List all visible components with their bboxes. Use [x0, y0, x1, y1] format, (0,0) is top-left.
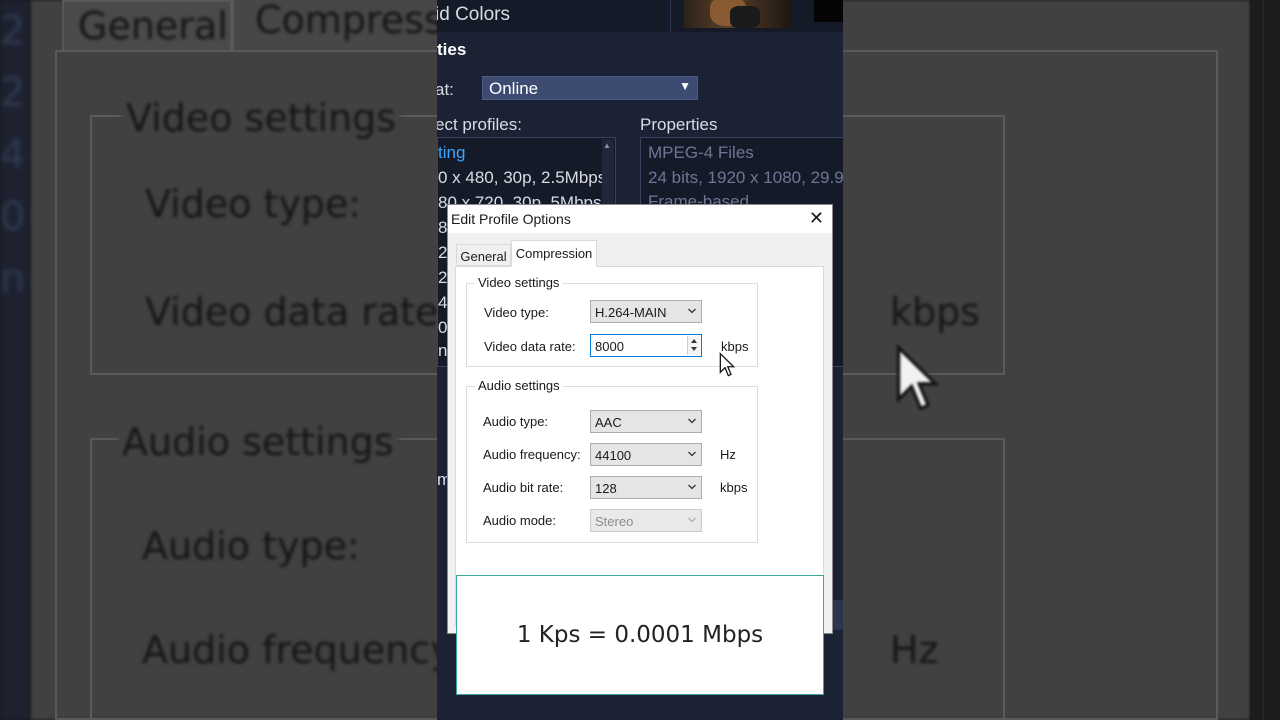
format-label: at: [437, 80, 454, 99]
caret-down-icon: ▼ [679, 79, 691, 93]
background-audio-group-title: Audio settings [118, 420, 398, 464]
audio-mode-value: Stereo [595, 514, 634, 529]
background-left-chars: 2 2 4 0 n [0, 8, 26, 302]
tab-compression[interactable]: Compression [511, 240, 597, 267]
video-settings-title: Video settings [475, 275, 563, 290]
audio-settings-title: Audio settings [475, 378, 563, 393]
chevron-down-icon [688, 418, 696, 424]
audio-mode-select: Stereo [590, 509, 702, 532]
background-cursor-icon [896, 344, 940, 411]
property-line: MPEG-4 Files [648, 143, 754, 162]
annotation-text: 1 Kps = 0.0001 Mbps [516, 622, 764, 648]
chevron-down-icon [688, 451, 696, 457]
background-video-type-label: Video type: [145, 182, 362, 226]
dialog-title: Edit Profile Options [451, 211, 571, 227]
audio-type-label: Audio type: [483, 414, 549, 429]
chevron-down-icon [688, 484, 696, 490]
audio-bit-rate-label: Audio bit rate: [483, 480, 564, 495]
media-thumbnail-2[interactable] [814, 0, 843, 22]
property-line: 24 bits, 1920 x 1080, 29.97 [648, 168, 843, 187]
properties-heading: ties [437, 40, 467, 59]
profile-item[interactable]: 0 x 480, 30p, 2.5Mbps [438, 168, 606, 188]
dialog-titlebar[interactable]: Edit Profile Options ✕ [448, 205, 832, 233]
chevron-down-icon [688, 517, 696, 523]
video-type-label: Video type: [484, 305, 549, 320]
scroll-up-icon[interactable]: ▲ [603, 141, 611, 150]
background-video-group-title: Video settings [122, 96, 401, 140]
audio-bit-rate-unit: kbps [720, 480, 748, 495]
format-select[interactable]: Online ▼ [482, 76, 698, 100]
mouse-cursor-icon [719, 352, 735, 377]
stepper-down-icon[interactable] [691, 347, 697, 351]
top-tab-bar: id Colors [437, 0, 843, 32]
audio-frequency-value: 44100 [595, 448, 632, 463]
profiles-label: ect profiles: [437, 115, 522, 134]
audio-frequency-unit: Hz [720, 447, 736, 462]
audio-mode-label: Audio mode: [483, 513, 556, 528]
audio-type-select[interactable]: AAC [590, 410, 702, 433]
audio-bit-rate-select[interactable]: 128 [590, 476, 702, 499]
audio-frequency-select[interactable]: 44100 [590, 443, 702, 466]
background-audio-freq-label: Audio frequency: [142, 628, 463, 672]
edit-profile-dialog: Edit Profile Options ✕ General Compressi… [447, 204, 833, 634]
profile-item[interactable]: ting [438, 143, 465, 163]
video-type-value: H.264-MAIN [595, 305, 667, 320]
annotation-box: 1 Kps = 0.0001 Mbps [456, 575, 824, 695]
background-audio-freq-unit: Hz [890, 628, 939, 672]
stepper-up-icon[interactable] [691, 339, 697, 343]
video-data-rate-value: 8000 [595, 339, 624, 354]
audio-frequency-label: Audio frequency: [483, 447, 581, 462]
background-audio-type-label: Audio type: [142, 524, 360, 568]
format-select-value: Online [489, 79, 539, 98]
close-icon[interactable]: ✕ [809, 208, 824, 228]
properties-label: Properties [640, 115, 718, 134]
chevron-down-icon [688, 308, 696, 314]
media-thumbnail[interactable] [684, 0, 791, 28]
compression-pane: Video settings Video type: H.264-MAIN Vi… [455, 266, 824, 626]
background-right-edge [1250, 0, 1280, 720]
audio-bit-rate-value: 128 [595, 481, 617, 496]
video-settings-group: Video settings Video type: H.264-MAIN Vi… [466, 275, 758, 367]
background-divider [1262, 0, 1264, 720]
video-type-select[interactable]: H.264-MAIN [590, 300, 702, 323]
video-data-rate-label: Video data rate: [484, 339, 576, 354]
background-video-rate-unit: kbps [890, 290, 981, 334]
solid-colors-tab[interactable]: id Colors [437, 4, 510, 26]
tab-general[interactable]: General [456, 244, 511, 266]
audio-type-value: AAC [595, 415, 622, 430]
background-tab-general-label: General [78, 4, 228, 48]
background-video-rate-label: Video data rate: [145, 290, 452, 334]
video-data-rate-stepper[interactable]: 8000 [590, 334, 702, 357]
stepper-buttons[interactable] [687, 336, 700, 355]
audio-settings-group: Audio settings Audio type: AAC Audio fre… [466, 378, 758, 543]
